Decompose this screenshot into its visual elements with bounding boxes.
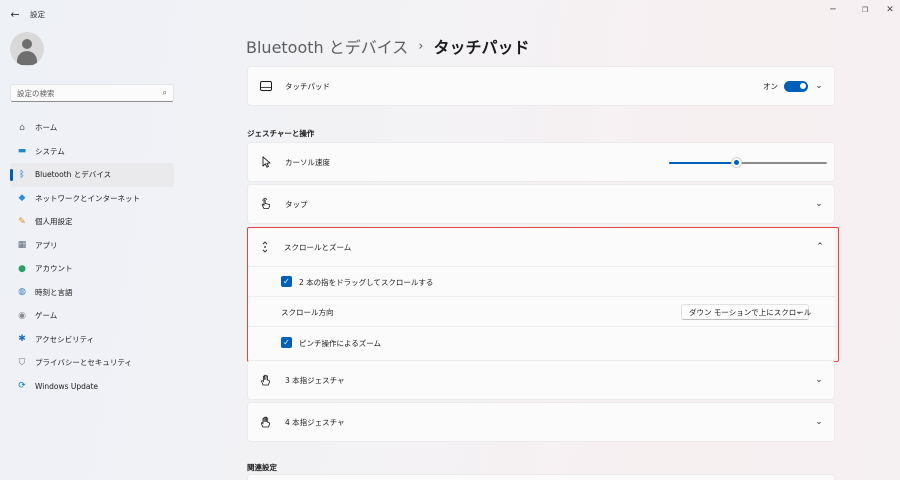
minimize-button[interactable]: ─	[825, 4, 841, 16]
chevron-down-icon[interactable]: ⌄	[814, 81, 824, 91]
sidebar-item-label: ゲーム	[35, 311, 58, 321]
app-title: 設定	[30, 10, 45, 19]
toggle-knob	[799, 83, 806, 89]
sidebar-item-label: アプリ	[35, 240, 58, 250]
slider-thumb[interactable]	[731, 157, 743, 168]
sidebar-item-system[interactable]: ▬ システム	[10, 140, 174, 164]
sidebar-item-label: ネットワークとインターネット	[35, 193, 140, 203]
sidebar-item-shield[interactable]: ⛉ プライバシーとセキュリティ	[10, 351, 174, 375]
search-icon[interactable]: ⌕	[163, 88, 167, 98]
three-finger-label: 3 本指ジェスチャ	[285, 376, 345, 385]
chevron-down-icon[interactable]: ⌄	[814, 375, 824, 385]
sidebar-item-bluetooth[interactable]: ᛒ Bluetooth とデバイス	[10, 163, 174, 187]
cursor-speed-slider[interactable]	[669, 157, 827, 168]
sidebar-item-account[interactable]: ● アカウント	[10, 257, 174, 281]
gamepad-icon: ◉	[18, 310, 26, 321]
touchpad-toggle[interactable]	[784, 80, 808, 92]
tap-card[interactable]: タップ ⌄	[247, 184, 835, 224]
four-finger-label: 4 本指ジェスチャ	[285, 418, 345, 427]
sidebar-item-home[interactable]: ⌂ ホーム	[10, 116, 174, 140]
system-icon: ▬	[17, 146, 27, 157]
avatar-head	[22, 39, 32, 49]
shield-icon: ⛉	[18, 357, 26, 368]
sidebar-item-gamepad[interactable]: ◉ ゲーム	[10, 304, 174, 328]
cursor-speed-label: カーソル速度	[285, 158, 330, 167]
sidebar-item-update[interactable]: ⟳ Windows Update	[10, 375, 174, 399]
accessibility-icon: ✱	[18, 334, 26, 345]
sidebar-item-label: 時刻と言語	[35, 287, 73, 297]
cursor-icon	[260, 156, 272, 168]
cursor-speed-card: カーソル速度	[247, 142, 835, 182]
breadcrumb: Bluetooth とデバイス › タッチパッド	[246, 34, 530, 58]
sidebar-item-label: アカウント	[35, 264, 73, 274]
globe-icon: ◍	[18, 287, 26, 298]
brush-icon: ✎	[18, 216, 26, 227]
slider-fill	[669, 161, 737, 164]
wifi-icon: ◆	[18, 193, 26, 204]
sidebar-item-label: Windows Update	[35, 381, 99, 391]
breadcrumb-parent[interactable]: Bluetooth とデバイス	[246, 34, 408, 58]
three-finger-card[interactable]: 3 本指ジェスチャ ⌄	[247, 360, 835, 400]
four-finger-icon	[260, 416, 272, 428]
close-button[interactable]: ✕	[882, 4, 898, 16]
tap-icon	[260, 198, 272, 210]
sidebar-item-label: アクセシビリティ	[35, 334, 95, 344]
search-input[interactable]	[11, 85, 151, 101]
page-title: タッチパッド	[433, 38, 530, 57]
four-finger-card[interactable]: 4 本指ジェスチャ ⌄	[247, 402, 835, 442]
sidebar-item-globe[interactable]: ◍ 時刻と言語	[10, 281, 174, 305]
title-bar: ← 設定 ─ ❐ ✕	[0, 0, 900, 30]
maximize-button[interactable]: ❐	[857, 4, 873, 16]
sidebar-item-label: ホーム	[35, 123, 58, 133]
toggle-state-label: オン	[763, 82, 778, 91]
avatar[interactable]	[10, 32, 44, 66]
chevron-down-icon[interactable]: ⌄	[814, 199, 824, 209]
sidebar-item-wifi[interactable]: ◆ ネットワークとインターネット	[10, 187, 174, 211]
sidebar-item-label: プライバシーとセキュリティ	[35, 358, 132, 368]
touchpad-label: タッチパッド	[285, 82, 330, 91]
update-icon: ⟳	[18, 381, 26, 392]
home-icon: ⌂	[19, 122, 25, 133]
sidebar-item-apps[interactable]: ▦ アプリ	[10, 234, 174, 258]
back-button[interactable]: ←	[8, 8, 22, 22]
breadcrumb-separator: ›	[418, 38, 424, 54]
sidebar-item-label: 個人用設定	[35, 217, 73, 227]
touchpad-card[interactable]: タッチパッド オン ⌄	[247, 66, 835, 106]
search-box[interactable]: ⌕	[10, 84, 174, 102]
avatar-body	[17, 51, 37, 65]
apps-icon: ▦	[17, 240, 27, 251]
chevron-down-icon[interactable]: ⌄	[814, 417, 824, 427]
related-card[interactable]	[247, 474, 835, 480]
touchpad-icon	[260, 80, 272, 92]
sidebar-item-label: システム	[35, 146, 65, 156]
sidebar-item-accessibility[interactable]: ✱ アクセシビリティ	[10, 328, 174, 352]
bluetooth-icon: ᛒ	[19, 169, 25, 180]
sidebar-nav: ⌂ ホーム ▬ システム ᛒ Bluetooth とデバイス ◆ ネットワークとインターネット…	[10, 116, 174, 398]
tap-label: タップ	[285, 200, 308, 209]
sidebar-item-label: Bluetooth とデバイス	[35, 170, 112, 180]
three-finger-icon	[260, 374, 272, 386]
gestures-section-title: ジェスチャーと操作	[247, 129, 315, 138]
sidebar-item-brush[interactable]: ✎ 個人用設定	[10, 210, 174, 234]
related-section-title: 関連設定	[247, 463, 277, 472]
highlight-frame	[247, 227, 839, 362]
account-icon: ●	[18, 263, 26, 274]
